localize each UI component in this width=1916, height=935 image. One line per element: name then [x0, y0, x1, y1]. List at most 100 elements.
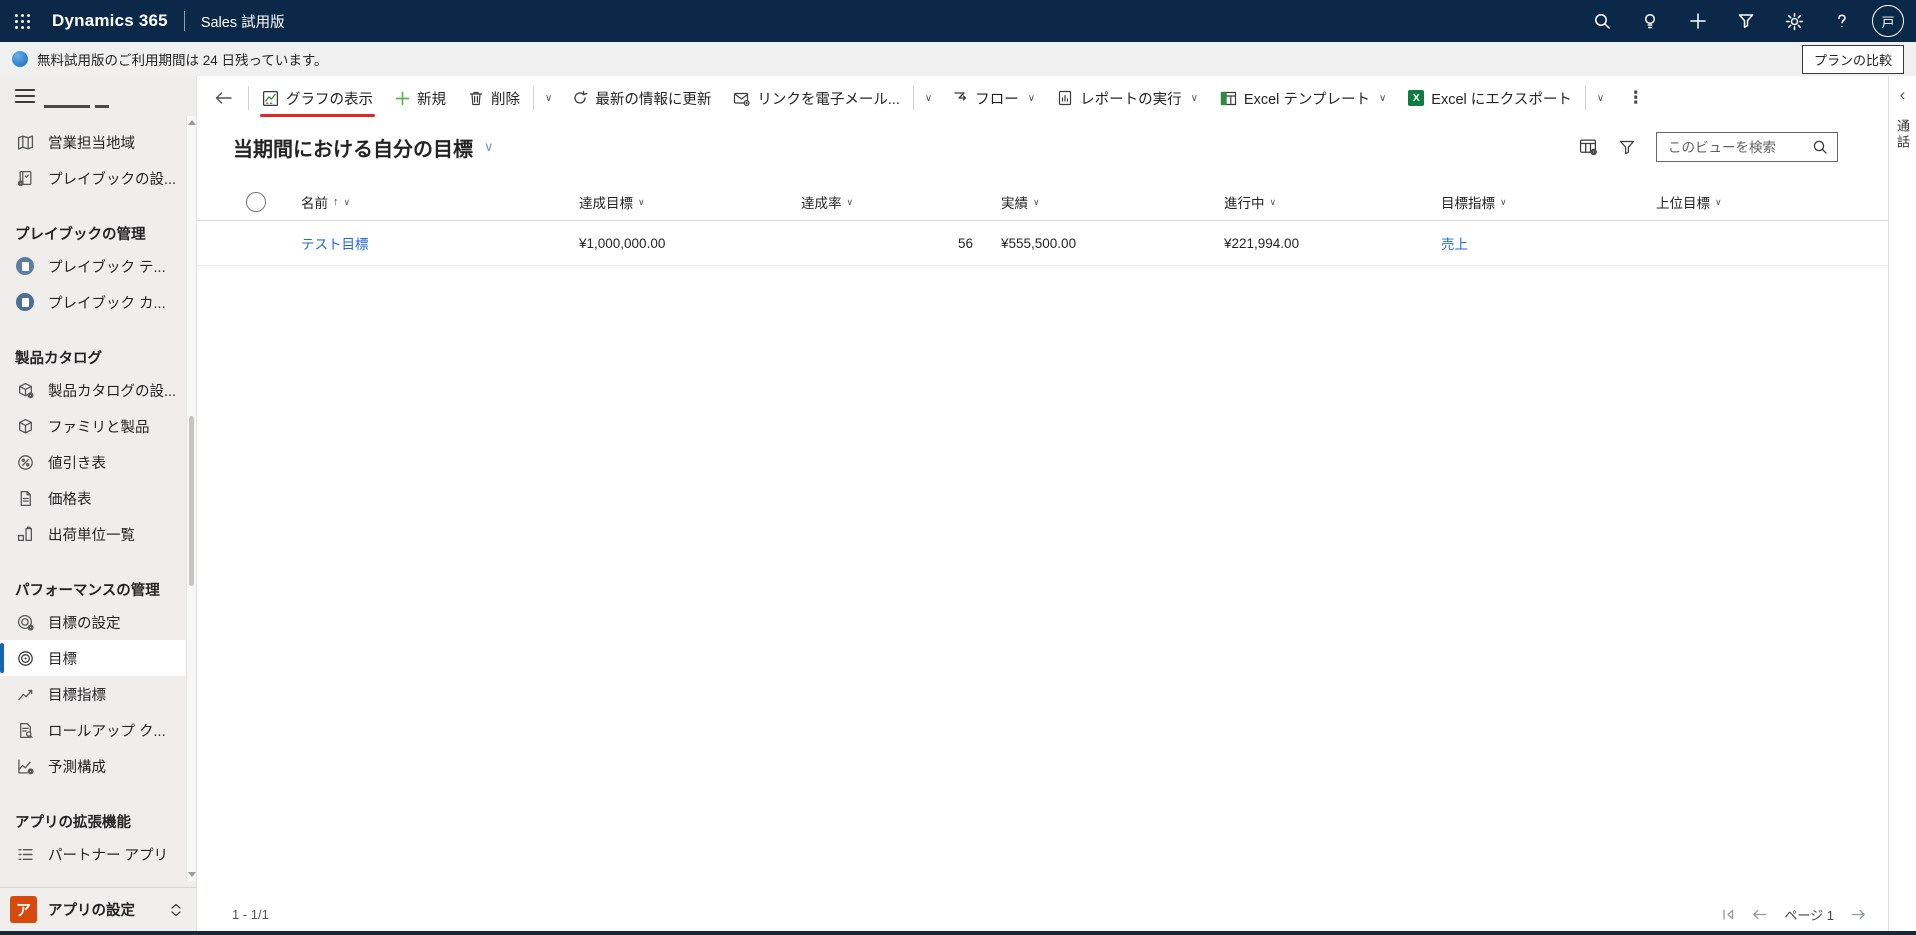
sidebar-item-discount-lists[interactable]: 値引き表: [0, 444, 196, 480]
product-title[interactable]: Dynamics 365: [52, 11, 168, 31]
sidebar-item-goals[interactable]: 目標: [0, 640, 196, 676]
commandbar-divider: [1584, 86, 1586, 110]
sidebar-item-families-products[interactable]: ファミリと製品: [0, 408, 196, 444]
column-header-actual[interactable]: 実績 ∨: [1001, 192, 1224, 212]
product-catalog-settings-icon: [15, 382, 35, 399]
view-selector-title[interactable]: 当期間における自分の目標: [233, 133, 473, 162]
column-header-percent-achieved[interactable]: 達成率 ∨: [801, 192, 1001, 212]
table-row[interactable]: テスト目標 ¥1,000,000.00 56 ¥555,500.00 ¥221,…: [197, 221, 1888, 266]
column-header-in-progress[interactable]: 進行中 ∨: [1224, 192, 1441, 212]
scroll-up-arrow-icon[interactable]: [188, 120, 196, 125]
delete-button[interactable]: 削除: [457, 76, 531, 120]
goal-metric-link[interactable]: 売上: [1441, 233, 1656, 253]
first-page-icon[interactable]: [1721, 908, 1735, 921]
commandbar-divider: [533, 86, 534, 110]
user-avatar[interactable]: 戸: [1872, 5, 1904, 37]
sidebar-item-label: 目標指標: [48, 687, 106, 704]
delete-split-chevron-icon[interactable]: ∨: [536, 93, 561, 104]
email-link-button[interactable]: リンクを電子メール...: [722, 76, 911, 120]
column-header-name[interactable]: 名前 ↑ ∨: [301, 192, 579, 212]
new-button[interactable]: 新規: [384, 76, 457, 120]
sidebar-item-rollup-queries[interactable]: ロールアップ ク...: [0, 712, 196, 748]
forecast-icon: [15, 758, 35, 775]
run-report-chevron-icon[interactable]: ∨: [1191, 93, 1198, 104]
calls-pane-tab[interactable]: 通話: [1893, 119, 1912, 151]
sidebar-item-label: 営業担当地域: [48, 135, 135, 152]
column-chevron-icon[interactable]: ∨: [1270, 197, 1277, 208]
area-switcher-icon[interactable]: [170, 903, 182, 917]
sidebar-item-unit-groups[interactable]: 出荷単位一覧: [0, 516, 196, 552]
previous-page-icon[interactable]: [1752, 908, 1767, 921]
sidebar-group-performance-management: パフォーマンスの管理: [15, 582, 160, 599]
percent-achieved-cell: 56: [957, 235, 973, 251]
sitemap-collapse-icon[interactable]: [15, 89, 35, 103]
sidebar-item-clipped[interactable]: [44, 105, 196, 114]
help-icon[interactable]: [1818, 0, 1866, 42]
app-name[interactable]: Sales 試用版: [201, 11, 285, 32]
column-header-goal-metric[interactable]: 目標指標 ∨: [1441, 192, 1656, 212]
scroll-down-arrow-icon[interactable]: [188, 872, 196, 877]
map-icon: [15, 134, 35, 151]
export-excel-label: Excel にエクスポート: [1431, 91, 1572, 108]
next-page-icon[interactable]: [1851, 908, 1866, 921]
app-launcher-waffle-icon[interactable]: [0, 0, 44, 42]
run-report-label: レポートの実行: [1080, 91, 1182, 108]
compare-plans-button[interactable]: プランの比較: [1801, 44, 1904, 74]
view-search-box[interactable]: [1656, 132, 1838, 162]
sidebar-item-sales-territories[interactable]: 営業担当地域: [0, 124, 196, 160]
filter-icon[interactable]: [1722, 0, 1770, 42]
sidebar-item-playbook-categories[interactable]: プレイブック カ...: [0, 284, 196, 320]
column-chevron-icon[interactable]: ∨: [1500, 197, 1507, 208]
excel-templates-button[interactable]: Excel テンプレート ∨: [1209, 76, 1397, 120]
export-split-chevron-icon[interactable]: ∨: [1588, 93, 1613, 104]
column-chevron-icon[interactable]: ∨: [638, 197, 645, 208]
search-icon[interactable]: [1812, 139, 1828, 155]
sidebar-item-goal-settings[interactable]: 目標の設定: [0, 604, 196, 640]
sidebar-scrollbar[interactable]: [186, 116, 196, 881]
change-area-app-settings[interactable]: ア アプリの設定: [0, 887, 196, 931]
scrollbar-thumb[interactable]: [188, 416, 194, 586]
edit-filters-icon[interactable]: [1618, 139, 1636, 156]
sidebar-item-forecast-configuration[interactable]: 予測構成: [0, 748, 196, 784]
add-icon[interactable]: [1674, 0, 1722, 42]
back-button[interactable]: [201, 91, 246, 105]
column-chevron-icon[interactable]: ∨: [344, 197, 351, 208]
search-icon[interactable]: [1578, 0, 1626, 42]
column-header-parent-goal[interactable]: 上位目標 ∨: [1656, 192, 1888, 212]
settings-gear-icon[interactable]: [1770, 0, 1818, 42]
column-chevron-icon[interactable]: ∨: [1033, 197, 1040, 208]
pager: ページ 1: [1721, 905, 1866, 924]
refresh-button[interactable]: 最新の情報に更新: [561, 76, 722, 120]
excel-templates-chevron-icon[interactable]: ∨: [1379, 93, 1386, 104]
sidebar-item-goal-metrics[interactable]: 目標指標: [0, 676, 196, 712]
sidebar-item-product-catalog-settings[interactable]: 製品カタログの設...: [0, 372, 196, 408]
show-chart-button[interactable]: グラフの表示: [251, 76, 384, 120]
sidebar-item-label: 価格表: [48, 491, 92, 508]
email-split-chevron-icon[interactable]: ∨: [916, 93, 941, 104]
playbook-settings-icon: [15, 170, 35, 187]
column-header-target[interactable]: 達成目標 ∨: [579, 192, 801, 212]
sidebar-item-playbook-settings[interactable]: プレイブックの設...: [0, 160, 196, 196]
column-chevron-icon[interactable]: ∨: [847, 197, 854, 208]
goal-name-link[interactable]: テスト目標: [301, 233, 579, 253]
lightbulb-icon[interactable]: [1626, 0, 1674, 42]
discount-list-icon: [15, 454, 35, 471]
sidebar-item-playbook-templates[interactable]: プレイブック テ...: [0, 248, 196, 284]
price-list-icon: [15, 490, 35, 507]
flow-button[interactable]: フロー ∨: [941, 76, 1046, 120]
sidebar-item-partner-apps[interactable]: パートナー アプリ: [0, 836, 196, 872]
more-commands-icon[interactable]: ⋮: [1613, 88, 1658, 108]
select-all-checkbox[interactable]: [246, 192, 266, 212]
view-search-input[interactable]: [1666, 138, 1812, 156]
sidebar-item-price-lists[interactable]: 価格表: [0, 480, 196, 516]
export-excel-button[interactable]: X Excel にエクスポート: [1397, 76, 1583, 120]
page-number-label: ページ 1: [1784, 907, 1834, 923]
goals-grid: 名前 ↑ ∨ 達成目標 ∨ 達成率 ∨ 実績 ∨ 進行中 ∨ 目標指標 ∨ 上位目標 ∨ テ…: [197, 184, 1888, 266]
sidebar-item-label: ファミリと製品: [48, 419, 150, 436]
expand-pane-chevron-icon[interactable]: ‹: [1900, 86, 1906, 103]
edit-columns-icon[interactable]: [1579, 138, 1598, 156]
flow-chevron-icon[interactable]: ∨: [1028, 93, 1035, 104]
run-report-button[interactable]: レポートの実行 ∨: [1046, 76, 1209, 120]
column-chevron-icon[interactable]: ∨: [1715, 197, 1722, 208]
view-selector-chevron-icon[interactable]: ∨: [484, 139, 494, 155]
